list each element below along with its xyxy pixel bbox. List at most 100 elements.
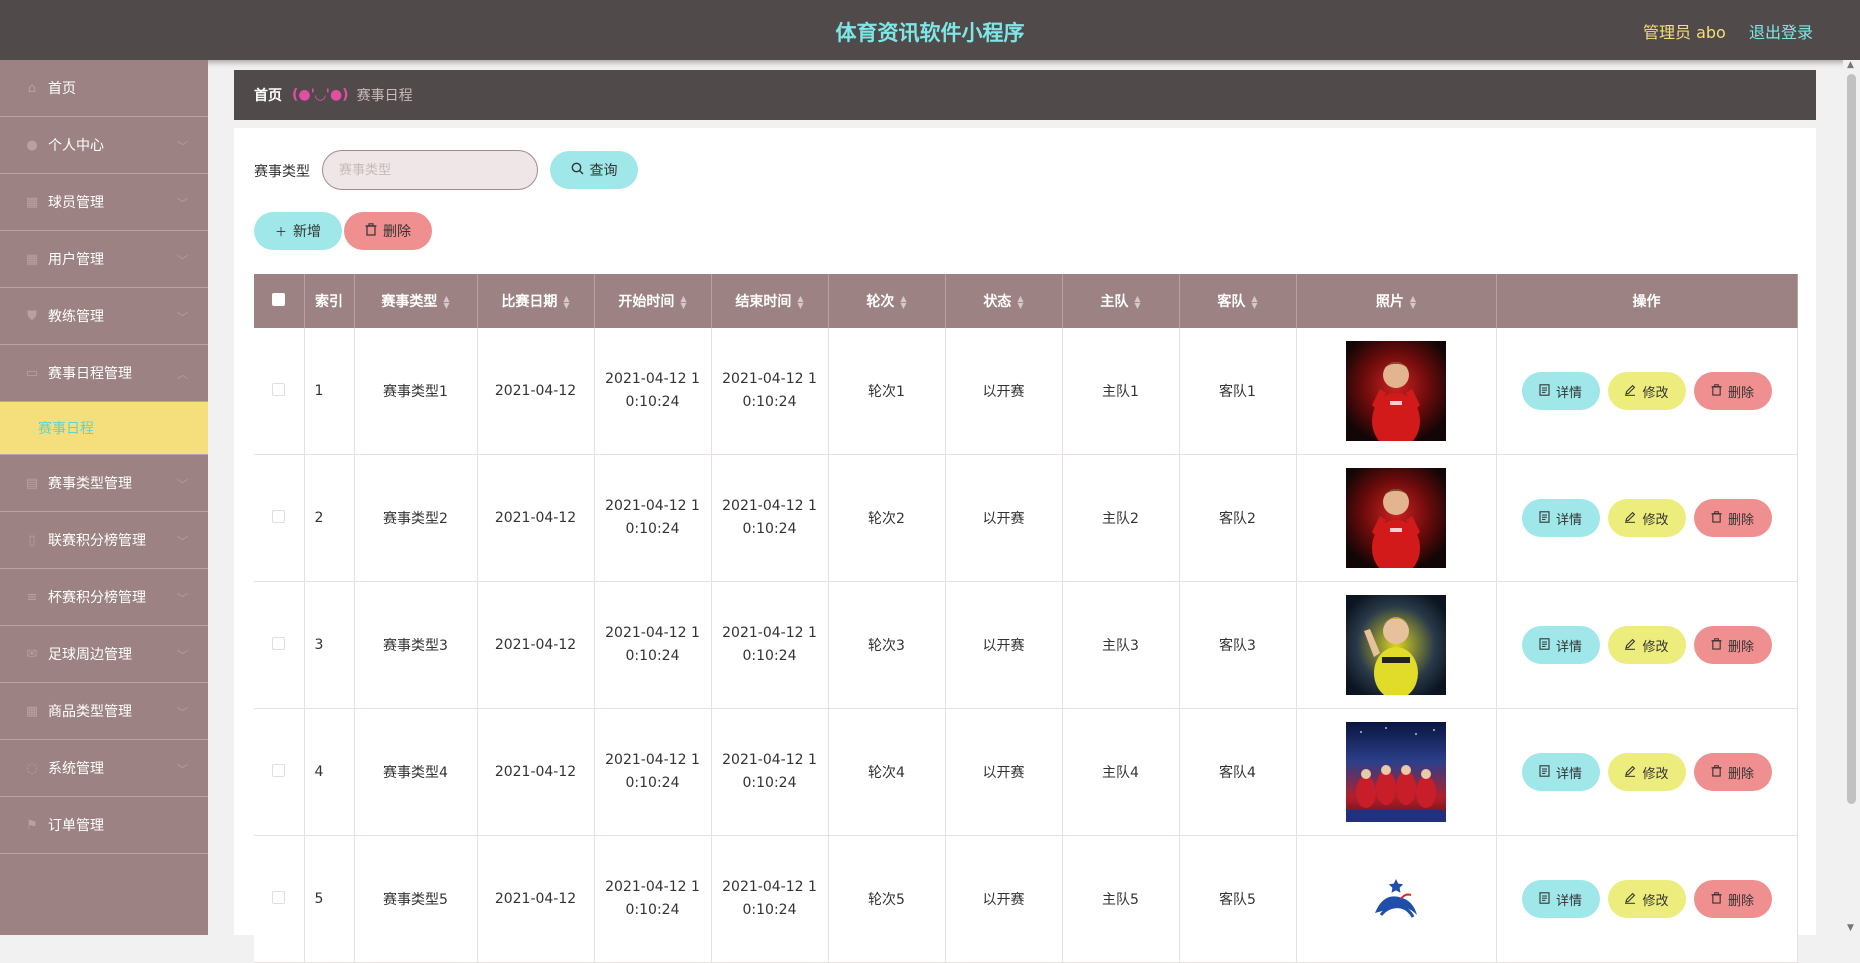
top-header: 体育资讯软件小程序 管理员 abo 退出登录 bbox=[0, 0, 1860, 60]
column-header-away[interactable]: 客队 ▲ ▼ bbox=[1179, 274, 1297, 328]
cell-text: 2021-04-12 1 bbox=[722, 498, 817, 514]
query-button[interactable]: 查询 bbox=[550, 151, 638, 189]
sidebar-item[interactable]: ⚑ 订单管理 bbox=[0, 797, 208, 854]
sidebar-subitem-active[interactable]: 赛事日程 bbox=[0, 402, 208, 455]
list-icon: ▤ bbox=[25, 475, 39, 491]
select-all-checkbox[interactable] bbox=[272, 292, 286, 306]
cell-home: 主队1 bbox=[1062, 328, 1180, 455]
sidebar: ⌂ 首页 ● 个人中心 ﹀ ▦ 球员管理 ﹀ ▦ 用户管理 ﹀ ⛊ 教练管理 ﹀ ▭ 赛事日程管理 ︿ 赛事日程 ▤… bbox=[0, 60, 208, 935]
chat-icon: ▭ bbox=[25, 365, 39, 381]
sidebar-item[interactable]: ▯ 联赛积分榜管理 ﹀ bbox=[0, 512, 208, 569]
scrollbar-thumb[interactable] bbox=[1847, 74, 1856, 804]
column-header-home[interactable]: 主队 ▲ ▼ bbox=[1062, 274, 1180, 328]
document-icon bbox=[1539, 510, 1550, 526]
row-checkbox[interactable] bbox=[272, 763, 286, 777]
cell-text: 赛事类型4 bbox=[383, 765, 448, 781]
cell-status: 以开赛 bbox=[945, 328, 1063, 455]
row-checkbox[interactable] bbox=[272, 382, 286, 396]
edit-button-label: 修改 bbox=[1642, 893, 1669, 909]
sidebar-item-label: 用户管理 bbox=[48, 252, 104, 268]
row-checkbox[interactable] bbox=[272, 890, 286, 904]
edit-button[interactable]: 修改 bbox=[1607, 499, 1686, 537]
detail-button-label: 详情 bbox=[1555, 893, 1582, 909]
chevron-down-icon: ﹀ bbox=[177, 592, 188, 605]
match-photo[interactable] bbox=[1346, 595, 1446, 695]
cell-actions: 详情 修改 删除 bbox=[1496, 581, 1798, 709]
sidebar-item[interactable]: ✉ 足球周边管理 ﹀ bbox=[0, 626, 208, 683]
detail-button[interactable]: 详情 bbox=[1521, 626, 1600, 664]
edit-icon bbox=[1624, 765, 1636, 780]
cell-actions: 详情 修改 删除 bbox=[1496, 708, 1798, 836]
sidebar-item[interactable]: ▦ 商品类型管理 ﹀ bbox=[0, 683, 208, 740]
sidebar-item-label: 足球周边管理 bbox=[48, 647, 132, 663]
cell-type: 赛事类型1 bbox=[354, 328, 478, 455]
edit-button[interactable]: 修改 bbox=[1607, 372, 1686, 410]
cell-start: 2021-04-12 1 0:10:24 bbox=[594, 708, 712, 836]
sidebar-item[interactable]: ▦ 用户管理 ﹀ bbox=[0, 231, 208, 288]
sort-icon: ▲ ▼ bbox=[680, 294, 687, 310]
document-icon bbox=[1539, 383, 1550, 399]
edit-button[interactable]: 修改 bbox=[1607, 880, 1686, 918]
column-header-photo[interactable]: 照片 ▲ ▼ bbox=[1296, 274, 1497, 328]
delete-button[interactable]: 删除 bbox=[1693, 499, 1772, 537]
sidebar-item-label: 商品类型管理 bbox=[48, 704, 132, 720]
scroll-down-arrow-icon[interactable]: ▼ bbox=[1847, 923, 1854, 933]
cell-home: 主队4 bbox=[1062, 708, 1180, 836]
sidebar-item[interactable]: ◌ 系统管理 ﹀ bbox=[0, 740, 208, 797]
row-select-cell bbox=[254, 581, 305, 709]
detail-button[interactable]: 详情 bbox=[1521, 880, 1600, 918]
cell-text: 以开赛 bbox=[982, 384, 1025, 400]
breadcrumb-home[interactable]: 首页 bbox=[254, 85, 282, 105]
sidebar-item[interactable]: ▭ 赛事日程管理 ︿ bbox=[0, 345, 208, 402]
cell-text: 0:10:24 bbox=[625, 902, 680, 918]
detail-button[interactable]: 详情 bbox=[1521, 372, 1600, 410]
sidebar-item[interactable]: ⛊ 教练管理 ﹀ bbox=[0, 288, 208, 345]
column-header-start[interactable]: 开始时间 ▲ ▼ bbox=[594, 274, 712, 328]
column-header-label: 主队 bbox=[1100, 294, 1129, 310]
column-header-date[interactable]: 比赛日期 ▲ ▼ bbox=[477, 274, 595, 328]
edit-button-label: 修改 bbox=[1642, 385, 1669, 401]
sidebar-item[interactable]: ● 个人中心 ﹀ bbox=[0, 117, 208, 174]
sidebar-item-label: 个人中心 bbox=[48, 138, 104, 154]
row-select-cell bbox=[254, 328, 305, 455]
detail-button[interactable]: 详情 bbox=[1521, 499, 1600, 537]
sidebar-item[interactable]: ≡ 杯赛积分榜管理 ﹀ bbox=[0, 569, 208, 626]
scroll-up-arrow-icon[interactable]: ▲ bbox=[1847, 60, 1854, 70]
delete-button-label: 删除 bbox=[1727, 385, 1754, 401]
column-header-type[interactable]: 赛事类型 ▲ ▼ bbox=[354, 274, 478, 328]
sidebar-item[interactable]: ▤ 赛事类型管理 ﹀ bbox=[0, 455, 208, 512]
logout-link[interactable]: 退出登录 bbox=[1749, 19, 1813, 43]
match-photo[interactable] bbox=[1346, 849, 1446, 949]
match-photo[interactable] bbox=[1346, 722, 1446, 822]
cell-text: 2021-04-12 1 bbox=[605, 498, 700, 514]
edit-button[interactable]: 修改 bbox=[1607, 753, 1686, 791]
row-checkbox[interactable] bbox=[272, 636, 286, 650]
add-button[interactable]: ＋ 新增 bbox=[254, 212, 342, 250]
sidebar-item-label: 赛事日程管理 bbox=[48, 366, 132, 382]
cell-home: 主队5 bbox=[1062, 835, 1180, 963]
delete-button[interactable]: 删除 bbox=[1693, 880, 1772, 918]
delete-button[interactable]: 删除 bbox=[1693, 626, 1772, 664]
cell-text: 2021-04-12 bbox=[494, 891, 577, 907]
delete-button-label: 删除 bbox=[1727, 639, 1754, 655]
delete-button[interactable]: 删除 bbox=[1693, 372, 1772, 410]
column-header-round[interactable]: 轮次 ▲ ▼ bbox=[828, 274, 946, 328]
column-header-end[interactable]: 结束时间 ▲ ▼ bbox=[711, 274, 829, 328]
batch-delete-button[interactable]: 删除 bbox=[344, 212, 432, 250]
edit-button[interactable]: 修改 bbox=[1607, 626, 1686, 664]
match-photo[interactable] bbox=[1346, 341, 1446, 441]
delete-button[interactable]: 删除 bbox=[1693, 753, 1772, 791]
row-checkbox[interactable] bbox=[272, 509, 286, 523]
column-header-label: 赛事类型 bbox=[381, 294, 438, 310]
page-scrollbar[interactable]: ▲ ▼ bbox=[1843, 60, 1860, 935]
row-select-cell bbox=[254, 708, 305, 836]
chevron-down-icon: ﹀ bbox=[177, 311, 188, 324]
match-photo[interactable] bbox=[1346, 468, 1446, 568]
sidebar-item[interactable]: ▦ 球员管理 ﹀ bbox=[0, 174, 208, 231]
column-header-status[interactable]: 状态 ▲ ▼ bbox=[945, 274, 1063, 328]
cell-index: 5 bbox=[304, 835, 355, 963]
search-input[interactable] bbox=[322, 150, 538, 190]
grid-icon: ▦ bbox=[25, 194, 39, 210]
detail-button[interactable]: 详情 bbox=[1521, 753, 1600, 791]
sidebar-item[interactable]: ⌂ 首页 bbox=[0, 60, 208, 117]
